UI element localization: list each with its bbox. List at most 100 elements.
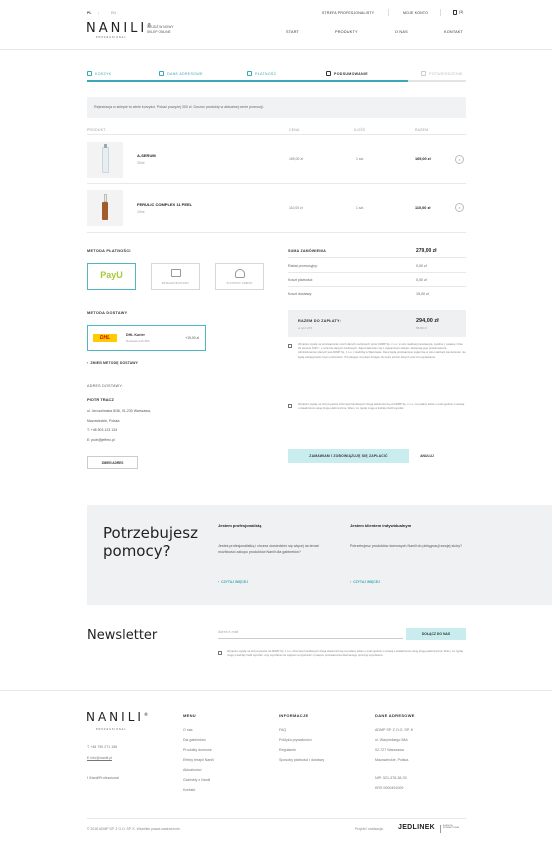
credit-sub: AGENCJA INTERAKTYWNA [443,825,459,830]
cart-icon [87,71,92,76]
serum-bottle-icon [101,144,109,173]
product-image[interactable] [87,142,123,178]
close-icon: × [458,157,461,162]
footer-link[interactable]: O nas [183,725,214,735]
product-total: 110,00 zł [415,206,431,210]
footer-link[interactable]: Kontakt [183,785,214,795]
product-size: 30ml [137,161,145,165]
nav-about[interactable]: O NAS [395,30,408,34]
pro-zone-link[interactable]: STREFA PROFESJONALISTY [322,11,374,15]
payment-transfer[interactable]: PRZELEW BANKOWY [151,263,200,290]
address-lines: ul. Jerozolimska 8/36, 01-230 Warszawa, M… [87,409,151,442]
col-qty: ILOŚĆ [354,128,366,132]
shipping-option-dhl[interactable]: DHL DHL Kurier Dostawa 24h-48h +15,00 zł [87,325,206,351]
product-qty: 1 szt. [356,157,365,161]
lang-en[interactable]: EN [111,11,116,16]
dhl-logo: DHL [93,334,117,342]
address-name: PIOTR TRACZ [87,397,114,402]
nav-contact[interactable]: KONTAKT [444,30,463,34]
footer-menu-head: MENU [183,713,196,718]
cart-icon [453,10,457,15]
footer-link[interactable]: Aktualności [183,765,214,775]
logo[interactable]: NANILI® [86,21,154,36]
chevron-right-icon: › [350,580,352,584]
footer-address-head: DANE ADRESOWE [375,713,415,718]
chevron-right-icon: › [87,361,89,365]
my-account-link[interactable]: MOJE KONTO [403,11,428,15]
shipping-title: METODA DOSTAWY [87,311,128,315]
nav-products[interactable]: PRODUKTY [335,30,358,34]
footer-menu: O nas Dla gabinetów Produkty domowe Efek… [183,725,214,795]
col-price: CENA [289,128,300,132]
step-payment[interactable]: PŁATNOŚĆ [247,71,277,76]
lang-pl[interactable]: PL [87,11,92,16]
product-total: 169,00 zł [415,157,431,161]
newsletter-email-input[interactable]: Adres e-mail [218,628,403,639]
card-icon [247,71,252,76]
total-box: RAZEM DO ZAPŁATY: w tym VAT 294,00 zł 58… [288,310,466,337]
cart-button[interactable]: (3) [453,10,463,15]
logo-sub: PROFESSIONAL [96,36,127,39]
nav-start[interactable]: START [286,30,299,34]
footer-link[interactable]: FAQ [279,725,324,735]
footer-email[interactable]: E info@nanili.pl [87,753,117,764]
tagline: WEJDŹ W NOWY SKLEP ONLINE [147,25,174,34]
bank-card-icon [171,269,181,277]
product-name[interactable]: A-SERUM [137,153,156,158]
notice-box: Rejestracja w sklepie to wiele korzyści.… [87,97,466,118]
chevron-right-icon: › [218,580,220,584]
remove-item-button[interactable]: × [455,203,464,212]
consent-checkbox-2[interactable] [288,404,292,408]
step-progress [87,80,408,82]
col-total: RAZEM [415,128,429,132]
newsletter-consent-text: Wyrażam zgodę na otrzymywanie od ADMP Sp… [227,650,463,658]
newsletter-submit-button[interactable]: DOŁĄCZ DO NAS [406,628,466,640]
remove-item-button[interactable]: × [455,155,464,164]
help-pro-text: Jesteś profesjonalistką i chcesz dowiedz… [218,544,319,554]
step-summary: PODSUMOWANIE [326,71,368,76]
step-cart[interactable]: KOSZYK [87,71,111,76]
help-individual-link[interactable]: › CZYTAJ WIĘCEJ [350,580,380,584]
help-pro-head: Jestem profesjonalistą [218,523,262,528]
footer-link[interactable]: Polityka prywatności [279,735,324,745]
cancel-button[interactable]: ANULUJ [412,449,442,463]
product-qty: 1 szt. [356,206,365,210]
product-price: 169,00 zł [289,157,303,161]
payment-cod[interactable]: PŁATNOŚĆ ODBIÓR [215,263,264,290]
footer-link[interactable]: Dla gabinetów [183,735,214,745]
order-sum-label: SUMA ZAMÓWIENIA [288,249,327,253]
help-individual-head: Jestem klientem indywidualnym [350,523,412,528]
copyright: © 2018 ADMP SP. Z O.O. SP. K. Wszelkie p… [87,827,181,831]
footer-link[interactable]: Sposoby płatności i dostawy [279,755,324,765]
payment-payu[interactable]: PayU [87,263,136,290]
payment-title: METODA PŁATNOŚCI [87,249,131,253]
credit-label: Projekt i realizacja: [355,827,384,831]
footer-facebook-link[interactable]: f /NaniliProfessional [87,776,119,780]
help-individual-text: Potrzebujesz produktów domowych Nanili d… [350,544,463,548]
place-order-button[interactable]: ZAMAWIAM I ZOBOWIĄZUJĘ SIĘ ZAPŁACIĆ [288,449,409,463]
footer-link[interactable]: Efekty terapii Nanili [183,755,214,765]
help-pro-link[interactable]: › CZYTAJ WIĘCEJ [218,580,248,584]
change-address-button[interactable]: ZMIEŃ ADRES [87,456,138,469]
footer-link[interactable]: Produkty domowe [183,745,214,755]
footer-link[interactable]: Gabinety z Nanili [183,775,214,785]
col-product: PRODUKT [87,128,106,132]
close-icon: × [458,205,461,210]
footer-phone[interactable]: T +48 790 271 156 [87,742,117,753]
footer-logo[interactable]: NANILI® [86,710,151,724]
consent-text-1: Wyrażam zgodę na przetwarzanie moich dan… [298,343,466,359]
newsletter-consent-checkbox[interactable] [218,651,222,655]
change-shipping-link[interactable]: › ZMIEŃ METODĘ DOSTAWY [87,361,138,365]
product-name[interactable]: FERULIC COMPLEX 11 PEEL [137,202,192,207]
dropper-bottle-icon [102,194,108,220]
order-sum-value: 279,00 zł [416,248,437,254]
footer-contact: T +48 790 271 156 E info@nanili.pl [87,742,117,764]
step-confirmation: POTWIERDZENIE [421,71,463,76]
product-image[interactable] [87,190,123,226]
address-icon [159,71,164,76]
product-price: 110,00 zł [289,206,303,210]
credit-brand-logo[interactable]: JEDLINEK [398,824,435,831]
step-address[interactable]: DANE ADRESOWE [159,71,203,76]
footer-link[interactable]: Regulamin [279,745,324,755]
consent-checkbox-1[interactable] [288,344,292,348]
